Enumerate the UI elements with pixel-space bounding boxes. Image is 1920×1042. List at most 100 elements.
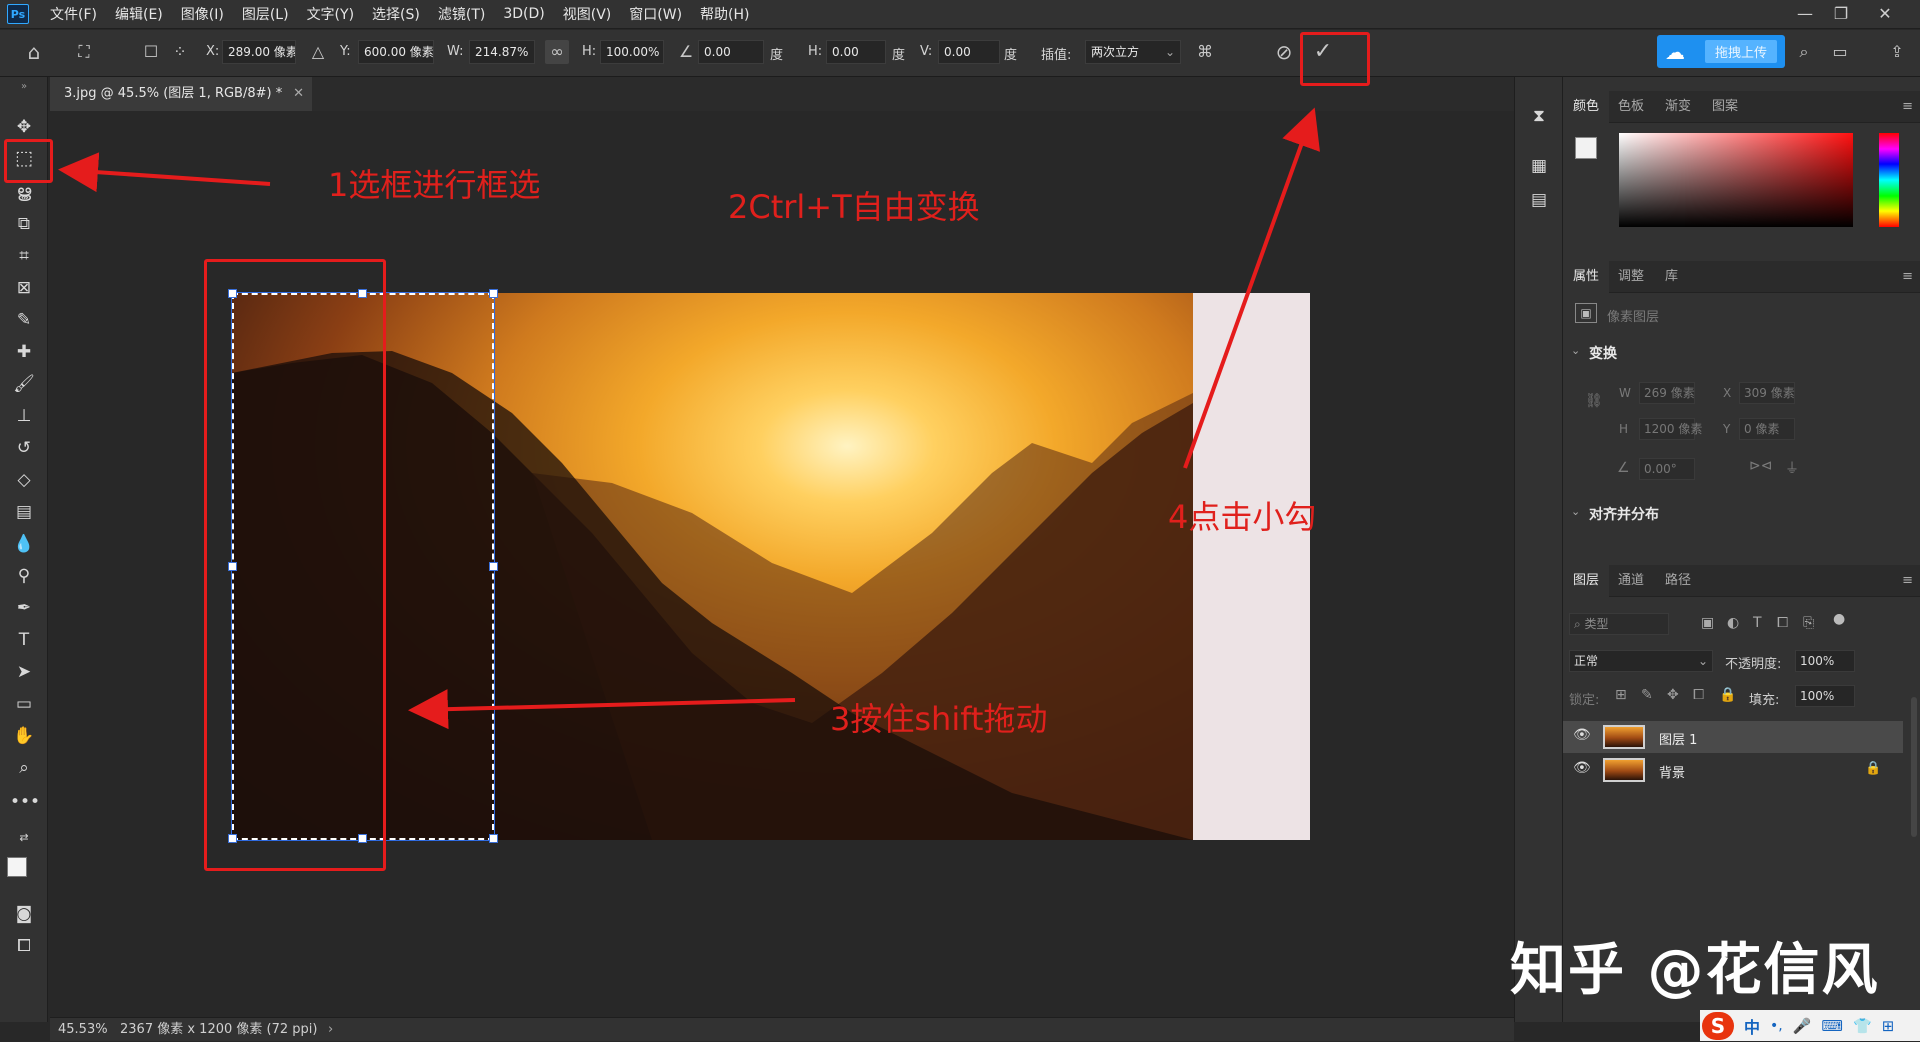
hand-tool-icon[interactable]: ✋: [10, 723, 38, 749]
relative-position-icon[interactable]: △: [306, 40, 330, 64]
rectangle-tool-icon[interactable]: ▭: [10, 691, 38, 717]
filter-type-icon[interactable]: T: [1753, 615, 1762, 631]
tab-layers[interactable]: 图层: [1563, 565, 1610, 597]
blend-mode-select[interactable]: 正常 ⌄: [1569, 650, 1713, 672]
reference-point-checkbox[interactable]: ☐: [139, 40, 163, 64]
punctuation-icon[interactable]: •,: [1770, 1018, 1783, 1034]
visibility-eye-icon[interactable]: 👁: [1573, 727, 1591, 743]
menu-image[interactable]: 图像(I): [181, 4, 224, 24]
transform-handle-right[interactable]: [489, 562, 498, 571]
menu-window[interactable]: 窗口(W): [629, 4, 682, 24]
link-proportions-icon[interactable]: ∞: [545, 40, 569, 64]
microphone-icon[interactable]: 🎤: [1793, 1017, 1812, 1035]
swap-colors-icon[interactable]: ⇄: [10, 825, 38, 851]
transform-tool-icon[interactable]: ⛶: [72, 40, 96, 64]
collapse-icon[interactable]: »: [10, 81, 38, 93]
panel-menu-icon[interactable]: ≡: [1902, 565, 1913, 597]
restore-icon[interactable]: ❐: [1826, 2, 1856, 26]
stamp-tool-icon[interactable]: ⊥: [10, 403, 38, 429]
eraser-tool-icon[interactable]: ◇: [10, 467, 38, 493]
object-select-tool-icon[interactable]: ⧉: [10, 211, 38, 237]
prop-angle-field[interactable]: 0.00°: [1639, 458, 1695, 480]
menu-layer[interactable]: 图层(L): [242, 4, 289, 24]
layer-row-layer1[interactable]: 👁 图层 1: [1563, 721, 1903, 753]
reference-point-grid-icon[interactable]: ⁘: [168, 40, 192, 64]
history-brush-icon[interactable]: ↺: [10, 435, 38, 461]
fill-field[interactable]: 100%: [1795, 685, 1855, 707]
blur-tool-icon[interactable]: 💧: [10, 531, 38, 557]
h-field[interactable]: 100.00%: [600, 40, 664, 64]
search-icon[interactable]: ⌕: [1792, 40, 1816, 64]
visibility-eye-icon[interactable]: 👁: [1573, 760, 1591, 776]
panel-menu-icon[interactable]: ≡: [1902, 261, 1913, 293]
toolbox-icon[interactable]: ⊞: [1882, 1017, 1895, 1035]
history-panel-icon[interactable]: ⧗: [1525, 103, 1553, 129]
home-icon[interactable]: ⌂: [22, 40, 46, 64]
hue-slider[interactable]: [1879, 133, 1899, 227]
cancel-transform-icon[interactable]: ⊘: [1272, 40, 1296, 64]
prop-h-field[interactable]: 1200 像素: [1639, 418, 1702, 440]
skin-icon[interactable]: 👕: [1853, 1017, 1872, 1035]
lock-all-icon[interactable]: 🔒: [1719, 687, 1736, 703]
filter-toggle-icon[interactable]: ●: [1833, 611, 1845, 627]
quick-mask-icon[interactable]: ◙: [10, 901, 38, 927]
layers-scrollbar[interactable]: [1911, 697, 1917, 837]
tab-properties[interactable]: 属性: [1563, 261, 1610, 293]
menu-help[interactable]: 帮助(H): [700, 4, 749, 24]
healing-brush-icon[interactable]: ✚: [10, 339, 38, 365]
y-field[interactable]: 600.00 像素: [358, 40, 434, 64]
notes-panel-icon[interactable]: ▤: [1525, 187, 1553, 213]
minimize-icon[interactable]: —: [1790, 2, 1820, 26]
interpolation-select[interactable]: 两次立方 ⌄: [1085, 40, 1181, 64]
zoom-tool-icon[interactable]: ⌕: [10, 755, 38, 781]
foreground-color-swatch[interactable]: [7, 857, 27, 877]
close-tab-icon[interactable]: ✕: [293, 77, 304, 111]
tab-adjustments[interactable]: 调整: [1608, 261, 1654, 293]
gradient-tool-icon[interactable]: ▤: [10, 499, 38, 525]
close-window-icon[interactable]: ✕: [1870, 2, 1900, 26]
share-icon[interactable]: ⇪: [1885, 40, 1909, 64]
eyedropper-tool-icon[interactable]: ✎: [10, 307, 38, 333]
hskew-field[interactable]: 0.00: [826, 40, 886, 64]
prop-w-field[interactable]: 269 像素: [1639, 382, 1695, 404]
tab-channels[interactable]: 通道: [1608, 565, 1654, 597]
chevron-down-icon[interactable]: ⌄: [1571, 505, 1580, 518]
filter-smart-object-icon[interactable]: ⎘: [1803, 615, 1814, 631]
prop-x-field[interactable]: 309 像素: [1739, 382, 1795, 404]
rotate-field[interactable]: 0.00: [698, 40, 764, 64]
vskew-field[interactable]: 0.00: [938, 40, 1000, 64]
menu-type[interactable]: 文字(Y): [307, 4, 354, 24]
menu-view[interactable]: 视图(V): [563, 4, 612, 24]
type-tool-icon[interactable]: T: [10, 627, 38, 653]
menu-select[interactable]: 选择(S): [372, 4, 420, 24]
frame-tool-icon[interactable]: ⊠: [10, 275, 38, 301]
chevron-right-icon[interactable]: ›: [328, 1018, 333, 1042]
lock-pixels-icon[interactable]: ✎: [1641, 687, 1653, 703]
prop-y-field[interactable]: 0 像素: [1739, 418, 1795, 440]
menu-filter[interactable]: 滤镜(T): [438, 4, 485, 24]
sogou-logo-icon[interactable]: S: [1702, 1011, 1734, 1040]
brush-tool-icon[interactable]: 🖌: [10, 371, 38, 397]
lock-transparent-icon[interactable]: ⊞: [1615, 687, 1627, 703]
menu-3d[interactable]: 3D(D): [503, 6, 544, 22]
link-icon[interactable]: ⛓: [1585, 393, 1603, 409]
tab-patterns[interactable]: 图案: [1702, 91, 1748, 123]
tab-gradients[interactable]: 渐变: [1655, 91, 1701, 123]
filter-shape-icon[interactable]: ⧠: [1777, 615, 1788, 631]
tab-libraries[interactable]: 库: [1655, 261, 1688, 293]
menu-file[interactable]: 文件(F): [50, 4, 97, 24]
path-select-tool-icon[interactable]: ➤: [10, 659, 38, 685]
menu-edit[interactable]: 编辑(E): [115, 4, 163, 24]
layer-filter-select[interactable]: ⌕ 类型: [1569, 613, 1669, 635]
panel-menu-icon[interactable]: ≡: [1902, 91, 1913, 123]
transform-handle-tr[interactable]: [489, 289, 498, 298]
w-field[interactable]: 214.87%: [469, 40, 535, 64]
layer-row-background[interactable]: 👁 背景 🔒: [1563, 754, 1903, 786]
upload-button[interactable]: ☁ 拖拽上传: [1657, 35, 1785, 68]
pen-tool-icon[interactable]: ✒: [10, 595, 38, 621]
x-field[interactable]: 289.00 像素: [222, 40, 296, 64]
color-picker-field[interactable]: [1619, 133, 1853, 227]
libraries-panel-icon[interactable]: ▦: [1525, 153, 1553, 179]
chevron-down-icon[interactable]: ⌄: [1571, 344, 1580, 357]
zoom-level[interactable]: 45.53%: [58, 1018, 108, 1042]
